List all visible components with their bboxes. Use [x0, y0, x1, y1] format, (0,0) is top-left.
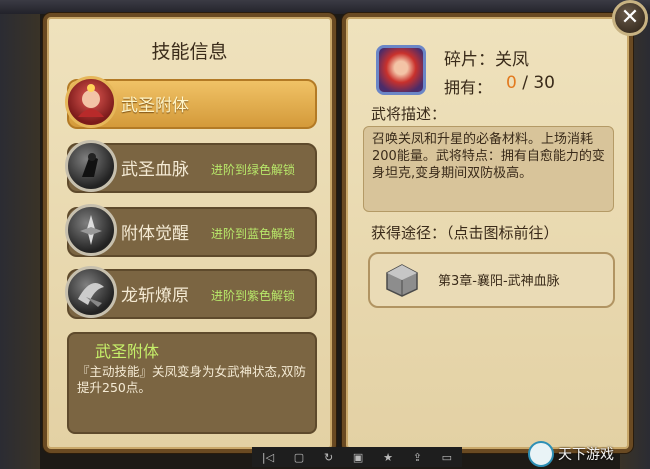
skill-info-panel: 技能信息 武圣附体 武圣血脉 进阶到绿色解锁 附体觉醒 进阶到蓝色解锁 龙斩燎原… [43, 13, 336, 453]
hero-description-header: 武将描述： [371, 105, 447, 123]
bottom-toolbar: |◁ ▢ ↻ ▣ ★ ⇪ ▭ [252, 447, 462, 467]
toolbar-frame-icon[interactable]: ▢ [294, 451, 304, 464]
fragment-name: 碎片：关凤 [444, 50, 529, 70]
hero-description-text: 召唤关凤和升星的必备材料。上场消耗200能量。武将特点：拥有自愈能力的变身坦克,… [372, 132, 605, 181]
hero-portrait-icon [65, 76, 117, 128]
owned-total: / 30 [516, 73, 555, 93]
skill-unlock-text: 进阶到紫色解锁 [211, 289, 296, 303]
skill-name: 武圣血脉 [121, 160, 189, 180]
skill-description-box: 武圣附体 『主动技能』关凤变身为女武神状态,双防提升250点。 [67, 332, 317, 434]
skill-name: 龙斩燎原 [121, 286, 189, 306]
stone-block-icon [386, 264, 418, 297]
toolbar-rotate-icon[interactable]: ↻ [324, 451, 333, 464]
watermark-text: 天下游戏 [558, 446, 614, 463]
watermark: 天下游戏 [528, 438, 650, 469]
owned-label: 拥有： [444, 78, 493, 97]
skill-item-1[interactable]: 武圣附体 [65, 76, 317, 129]
hero-description-box: 召唤关凤和升星的必备材料。上场消耗200能量。武将特点：拥有自愈能力的变身坦克,… [363, 126, 614, 212]
dragon-slash-icon [65, 266, 117, 318]
close-button[interactable]: ✕ [612, 0, 648, 36]
skill-description-text: 『主动技能』关凤变身为女武神状态,双防提升250点。 [77, 364, 306, 395]
fragment-info-panel: 碎片：关凤 拥有： 0 / 30 武将描述： 召唤关凤和升星的必备材料。上场消耗… [342, 13, 633, 453]
background-top-bar [0, 0, 650, 14]
toolbar-share-icon[interactable]: ⇪ [413, 451, 422, 464]
toolbar-first-icon[interactable]: |◁ [262, 451, 274, 464]
skill-item-2[interactable]: 武圣血脉 进阶到绿色解锁 [65, 140, 317, 193]
background-left-edge [0, 14, 40, 469]
hero-fragment-avatar[interactable] [376, 45, 426, 95]
toolbar-window-icon[interactable]: ▭ [442, 451, 452, 464]
blood-skill-icon [65, 140, 117, 192]
toolbar-save-icon[interactable]: ▣ [353, 451, 363, 464]
watermark-logo-icon [528, 440, 554, 467]
obtain-route-header: 获得途径：（点击图标前往） [371, 224, 559, 242]
obtain-route-item[interactable]: 第3章-襄阳-武神血脉 [368, 252, 615, 308]
skill-name: 附体觉醒 [121, 224, 189, 244]
skill-name: 武圣附体 [121, 96, 189, 116]
skill-item-3[interactable]: 附体觉醒 进阶到蓝色解锁 [65, 204, 317, 257]
owned-count: 0 / 30 [506, 73, 555, 93]
skill-unlock-text: 进阶到绿色解锁 [211, 163, 296, 177]
skill-item-4[interactable]: 龙斩燎原 进阶到紫色解锁 [65, 266, 317, 319]
skill-unlock-text: 进阶到蓝色解锁 [211, 227, 296, 241]
owned-current: 0 [506, 73, 517, 93]
route-label: 第3章-襄阳-武神血脉 [438, 274, 560, 289]
skill-info-title: 技能信息 [151, 41, 228, 63]
skill-description-title: 武圣附体 [95, 342, 160, 361]
toolbar-star-icon[interactable]: ★ [383, 451, 393, 464]
awaken-skill-icon [65, 204, 117, 256]
